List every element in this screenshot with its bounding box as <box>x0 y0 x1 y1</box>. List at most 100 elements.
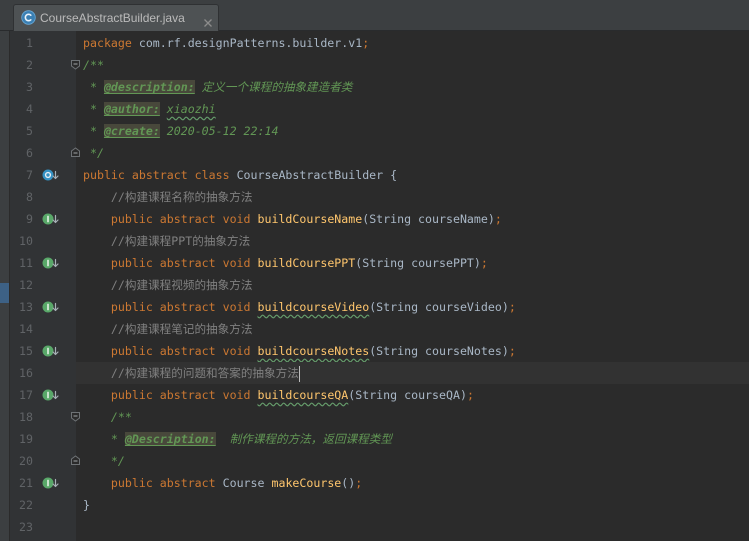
token-keyword: public abstract void <box>83 388 258 402</box>
token-doc: * <box>83 432 125 446</box>
line-number: 8 <box>26 190 33 204</box>
token-method: buildCourseName <box>257 212 363 226</box>
code-line[interactable]: public abstract void buildCourseName(Str… <box>76 208 749 230</box>
line-number: 22 <box>19 498 33 512</box>
line-number: 20 <box>19 454 33 468</box>
class-icon <box>21 10 36 25</box>
line-number: 9 <box>26 212 33 226</box>
line-number: 5 <box>26 124 33 138</box>
line-number: 12 <box>19 278 33 292</box>
line-number: 2 <box>26 58 33 72</box>
fold-end-icon[interactable] <box>70 455 81 466</box>
line-number: 15 <box>19 344 33 358</box>
token-keyword: public abstract <box>83 476 223 490</box>
implemented-icon[interactable] <box>42 388 60 402</box>
editor-line: 4 * @author: xiaozhi <box>10 98 749 120</box>
code-line-current[interactable]: //构建课程的问题和答案的抽象方法 <box>76 362 749 384</box>
code-line[interactable]: public abstract void buildcourseVideo(St… <box>76 296 749 318</box>
token-text: Course <box>222 476 272 490</box>
code-line[interactable]: * @author: xiaozhi <box>76 98 749 120</box>
token-doc: * <box>83 102 104 116</box>
line-number: 21 <box>19 476 33 490</box>
token-text: () <box>341 476 356 490</box>
line-number: 10 <box>19 234 33 248</box>
token-keyword: public abstract void <box>83 300 258 314</box>
code-line[interactable]: */ <box>76 142 749 164</box>
editor-line: 11 public abstract void buildCoursePPT(S… <box>10 252 749 274</box>
editor-text-area[interactable]: 1 package com.rf.designPatterns.builder.v… <box>10 32 749 541</box>
editor-line: 8 //构建课程名称的抽象方法 <box>10 186 749 208</box>
code-line[interactable] <box>76 516 749 538</box>
has-subclasses-icon[interactable] <box>42 168 60 182</box>
fold-start-icon[interactable] <box>70 59 81 70</box>
text-caret <box>298 365 300 382</box>
code-line[interactable]: public abstract Course makeCourse(); <box>76 472 749 494</box>
token-doc: 2020-05-12 22:14 <box>159 124 279 138</box>
token-text: (String courseVideo) <box>369 300 509 314</box>
code-line[interactable]: //构建课程名称的抽象方法 <box>76 186 749 208</box>
editor-line: 23 <box>10 516 749 538</box>
implemented-icon[interactable] <box>42 212 60 226</box>
token-line-comment: //构建课程视频的抽象方法 <box>83 278 253 292</box>
code-line[interactable]: * @create: 2020-05-12 22:14 <box>76 120 749 142</box>
code-line[interactable]: /** <box>76 406 749 428</box>
token-line-comment: //构建课程笔记的抽象方法 <box>83 322 253 336</box>
line-number: 14 <box>19 322 33 336</box>
editor-line: 21 public abstract Course makeCourse(); <box>10 472 749 494</box>
token-semicolon: ; <box>466 388 474 402</box>
implemented-icon[interactable] <box>42 300 60 314</box>
token-doc-tag: @author: <box>103 102 160 116</box>
code-line[interactable]: package com.rf.designPatterns.builder.v1… <box>76 32 749 54</box>
token-doc: * <box>83 124 104 138</box>
fold-start-icon[interactable] <box>70 411 81 422</box>
close-icon[interactable] <box>203 13 213 27</box>
side-panel-selection <box>0 283 9 303</box>
token-doc: /** <box>83 410 132 424</box>
implemented-icon[interactable] <box>42 344 60 358</box>
code-line[interactable]: //构建课程笔记的抽象方法 <box>76 318 749 340</box>
code-line[interactable]: */ <box>76 450 749 472</box>
implemented-icon[interactable] <box>42 256 60 270</box>
line-number: 7 <box>26 168 33 182</box>
code-line[interactable]: public abstract class CourseAbstractBuil… <box>76 164 749 186</box>
code-line[interactable]: //构建课程视频的抽象方法 <box>76 274 749 296</box>
code-line[interactable]: * @description: 定义一个课程的抽象建造者类 <box>76 76 749 98</box>
token-method: buildCoursePPT <box>257 256 356 270</box>
tab-title: CourseAbstractBuilder.java <box>40 11 185 25</box>
editor-line: 15 public abstract void buildcourseNotes… <box>10 340 749 362</box>
line-number: 17 <box>19 388 33 402</box>
token-semicolon: ; <box>362 36 370 50</box>
token-text: (String coursePPT) <box>355 256 481 270</box>
token-method: makeCourse <box>271 476 342 490</box>
editor-line: 12 //构建课程视频的抽象方法 <box>10 274 749 296</box>
token-keyword: public abstract void <box>83 256 258 270</box>
code-line[interactable]: /** <box>76 54 749 76</box>
line-number: 1 <box>26 36 33 50</box>
fold-end-icon[interactable] <box>70 147 81 158</box>
token-line-comment: //构建课程的问题和答案的抽象方法 <box>83 366 299 380</box>
code-line[interactable]: } <box>76 494 749 516</box>
editor-line: 5 * @create: 2020-05-12 22:14 <box>10 120 749 142</box>
token-text: (String courseQA) <box>348 388 467 402</box>
editor-line: 6 */ <box>10 142 749 164</box>
code-line[interactable]: * @Description: 制作课程的方法，返回课程类型 <box>76 428 749 450</box>
code-line[interactable]: //构建课程PPT的抽象方法 <box>76 230 749 252</box>
token-keyword: public abstract void <box>83 212 258 226</box>
editor-tab[interactable]: CourseAbstractBuilder.java <box>13 4 219 31</box>
token-semicolon: ; <box>508 344 516 358</box>
line-number: 18 <box>19 410 33 424</box>
line-number: 11 <box>19 256 33 270</box>
token-doc-typo: xiaozhi <box>166 102 216 116</box>
editor-line: 20 */ <box>10 450 749 472</box>
token-keyword: public abstract void <box>83 344 258 358</box>
code-line[interactable]: public abstract void buildcourseNotes(St… <box>76 340 749 362</box>
code-line[interactable]: public abstract void buildcourseQA(Strin… <box>76 384 749 406</box>
editor-line: 7 public abstract class CourseAbstractBui… <box>10 164 749 186</box>
token-text: CourseAbstractBuilder { <box>236 168 398 182</box>
implemented-icon[interactable] <box>42 476 60 490</box>
token-text: com.rf.designPatterns.builder.v1 <box>138 36 363 50</box>
editor-line: 14 //构建课程笔记的抽象方法 <box>10 318 749 340</box>
token-doc: /** <box>83 58 104 72</box>
code-line[interactable]: public abstract void buildCoursePPT(Stri… <box>76 252 749 274</box>
editor-line: 9 public abstract void buildCourseName(S… <box>10 208 749 230</box>
